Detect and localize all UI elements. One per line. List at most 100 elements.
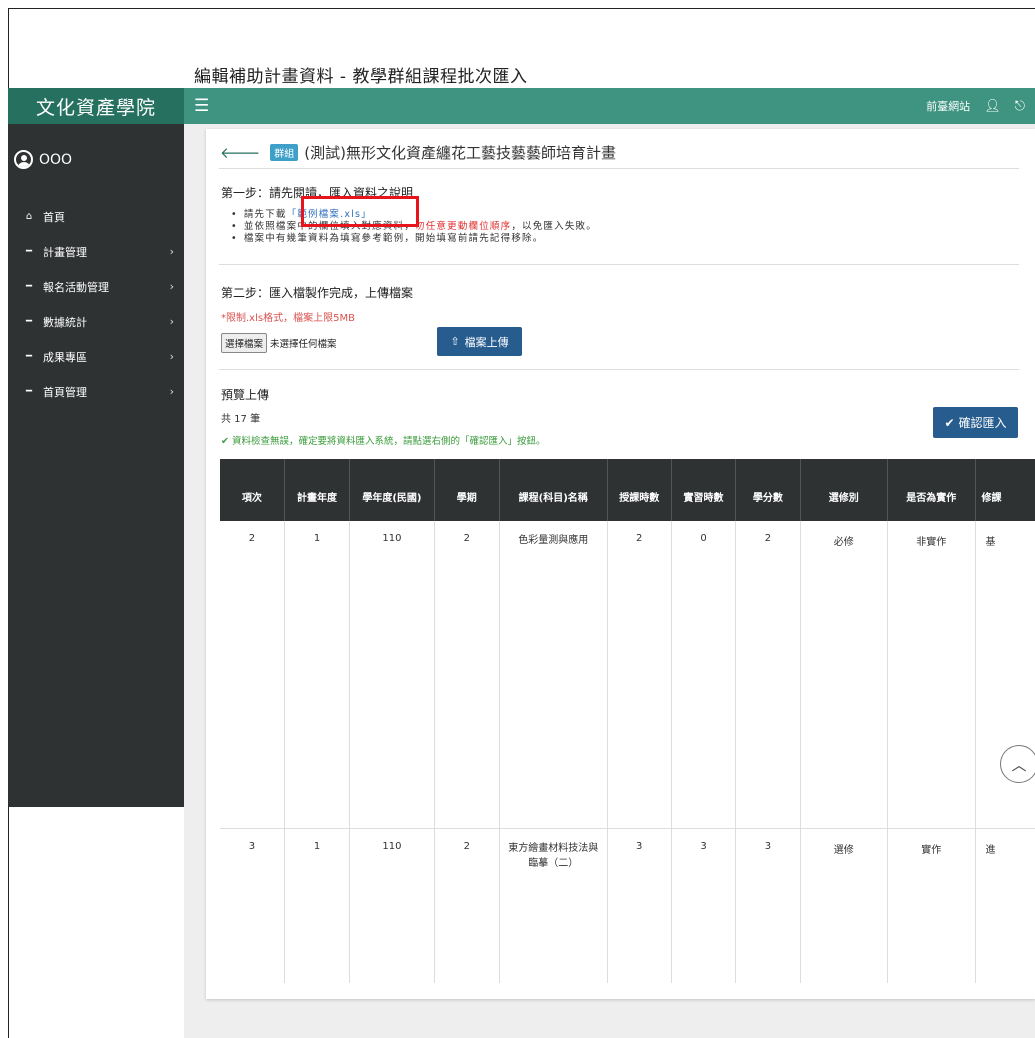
table-cell: 必修 (800, 521, 889, 828)
sidebar-item-event-management[interactable]: ━ 報名活動管理 › (8, 269, 184, 304)
table-header: 學期 (434, 459, 500, 521)
table-cell: 3 (220, 827, 285, 983)
choose-file-button[interactable]: 選擇檔案 (221, 333, 268, 353)
table-cell: 110 (349, 827, 435, 983)
instruction-text: ，以免匯入失敗。 (511, 221, 597, 232)
step2-title: 第二步：匯入檔製作完成，上傳檔案 (221, 286, 414, 300)
table-cell: 1 (284, 827, 351, 983)
sidebar-item-label: 計畫管理 (43, 245, 87, 259)
table-header: 修課 (975, 459, 1035, 521)
table-cell: 3 (671, 827, 737, 983)
table-cell: 進 (975, 827, 1035, 983)
table-cell: 3 (607, 827, 672, 983)
sidebar-item-label: 首頁管理 (43, 385, 87, 399)
brand-logo[interactable]: 文化資產學院 (8, 88, 184, 124)
table-header: 授課時數 (607, 459, 672, 521)
table-header: 學年度(民國) (349, 459, 435, 521)
file-limit-note: *限制.xls格式，檔案上限5MB (221, 313, 355, 324)
record-count: 共 17 筆 (221, 414, 261, 425)
upload-icon: ⇧ (450, 335, 460, 348)
table-header: 課程(科目)名稱 (499, 459, 608, 521)
table-header: 選修別 (800, 459, 889, 521)
scroll-to-top-button[interactable]: ︿ (1000, 745, 1035, 783)
plan-title: (測試)無形文化資產纏花工藝技藝藝師培育計畫 (304, 144, 616, 162)
confirm-label: 確認匯入 (958, 416, 1007, 430)
user-avatar-icon (14, 150, 33, 169)
table-cell: 實作 (887, 827, 976, 983)
table-header: 是否為實作 (887, 459, 976, 521)
minus-icon: ━ (25, 351, 33, 362)
check-icon: ✔ (944, 415, 955, 430)
table-header: 計畫年度 (284, 459, 351, 521)
table-cell: 非實作 (887, 521, 976, 828)
chevron-right-icon: › (169, 315, 174, 328)
sidebar-item-results[interactable]: ━ 成果專區 › (8, 339, 184, 374)
sidebar-item-label: 數據統計 (43, 315, 87, 329)
minus-icon: ━ (25, 386, 33, 397)
back-arrow-icon[interactable]: 🡐 (220, 143, 260, 162)
sidebar-nav: ⌂ 首頁 ━ 計畫管理 › ━ 報名活動管理 › ━ 數據統計 › ━ 成果專區 › ━ 首頁管理 › (8, 199, 184, 409)
no-file-text: 未選擇任何檔案 (270, 339, 337, 350)
table-header-row: 項次 計畫年度 學年度(民國) 學期 課程(科目)名稱 授課時數 實習時數 學分… (220, 459, 1035, 521)
sidebar-item-label: 報名活動管理 (43, 280, 109, 294)
warning-text: 勿任意更動欄位順序 (415, 221, 512, 232)
instruction-item: 檔案中有幾筆資料為填寫參考範例，開始填寫前請先記得移除。 (231, 233, 597, 245)
group-badge: 群組 (270, 144, 299, 161)
file-input[interactable]: 選擇檔案 未選擇任何檔案 (221, 333, 337, 353)
top-right-links: 前臺網站 👤︎ ⎋ (926, 88, 1025, 124)
sidebar-item-homepage-management[interactable]: ━ 首頁管理 › (8, 374, 184, 409)
table-header: 實習時數 (671, 459, 737, 521)
table-cell: 東方繪畫材料技法與臨摹（二） (499, 827, 608, 983)
validation-message: ✔ 資料檢查無誤，確定要將資料匯入系統，請點選右側的「確認匯入」按鈕。 (221, 436, 546, 447)
table-cell: 2 (607, 521, 672, 828)
sidebar-item-statistics[interactable]: ━ 數據統計 › (8, 304, 184, 339)
table-cell: 基 (975, 521, 1035, 828)
chevron-right-icon: › (169, 245, 174, 258)
divider (219, 369, 1019, 370)
sidebar-item-label: 首頁 (43, 210, 65, 224)
preview-table: 項次 計畫年度 學年度(民國) 學期 課程(科目)名稱 授課時數 實習時數 學分… (220, 459, 1035, 983)
chevron-right-icon: › (169, 385, 174, 398)
instruction-text: 檔案中有幾筆資料為填寫參考範例，開始填寫前請先記得移除。 (243, 233, 544, 244)
table-header: 學分數 (735, 459, 801, 521)
table-cell: 110 (349, 521, 435, 828)
chevron-right-icon: › (169, 350, 174, 363)
home-icon: ⌂ (25, 211, 33, 222)
preview-title: 預覽上傳 (221, 388, 270, 402)
table-row: 3 1 110 2 東方繪畫材料技法與臨摹（二） 3 3 3 選修 實作 進 (220, 827, 1035, 983)
sidebar-item-plan-management[interactable]: ━ 計畫管理 › (8, 234, 184, 269)
upload-button[interactable]: ⇧ 檔案上傳 (437, 327, 522, 356)
sidebar-item-home[interactable]: ⌂ 首頁 (8, 199, 184, 234)
divider (219, 264, 1019, 265)
table-header: 項次 (220, 459, 285, 521)
menu-toggle-icon[interactable]: ☰ (194, 96, 209, 116)
sidebar: OOO ⌂ 首頁 ━ 計畫管理 › ━ 報名活動管理 › ━ 數據統計 › ━ 成果專區 › ━ 首… (8, 124, 184, 807)
table-cell: 0 (671, 521, 737, 828)
table-cell: 選修 (800, 827, 889, 983)
minus-icon: ━ (25, 316, 33, 327)
chevron-up-icon: ︿ (1011, 755, 1027, 774)
top-navbar: 文化資產學院 ☰ 前臺網站 👤︎ ⎋ (8, 88, 1035, 124)
sidebar-user: OOO (14, 150, 72, 169)
import-card: 🡐 群組 (測試)無形文化資產纏花工藝技藝藝師培育計畫 第一步：請先閱讀，匯入資… (206, 129, 1035, 999)
sidebar-item-label: 成果專區 (43, 350, 87, 364)
table-cell: 3 (735, 827, 801, 983)
user-name: OOO (39, 151, 73, 168)
preview-table-container[interactable]: 項次 計畫年度 學年度(民國) 學期 課程(科目)名稱 授課時數 實習時數 學分… (220, 459, 1035, 984)
table-cell: 色彩量測與應用 (499, 521, 608, 828)
table-cell: 2 (434, 521, 500, 828)
card-header: 🡐 群組 (測試)無形文化資產纏花工藝技藝藝師培育計畫 (220, 142, 616, 163)
validation-text: 資料檢查無誤，確定要將資料匯入系統，請點選右側的「確認匯入」按鈕。 (231, 436, 546, 447)
table-row: 2 1 110 2 色彩量測與應用 2 0 2 必修 非實作 基 (220, 521, 1035, 828)
user-icon[interactable]: 👤︎ (984, 99, 1001, 114)
divider (219, 168, 1019, 169)
frontsite-link[interactable]: 前臺網站 (926, 98, 970, 114)
table-cell: 2 (735, 521, 801, 828)
table-cell: 2 (220, 521, 285, 828)
table-cell: 1 (284, 521, 351, 828)
logout-icon[interactable]: ⎋ (1015, 99, 1025, 114)
highlight-box (301, 196, 419, 227)
confirm-import-button[interactable]: ✔ 確認匯入 (933, 407, 1018, 438)
instruction-text: 請先下載 (243, 209, 287, 220)
upload-label: 檔案上傳 (464, 335, 509, 349)
